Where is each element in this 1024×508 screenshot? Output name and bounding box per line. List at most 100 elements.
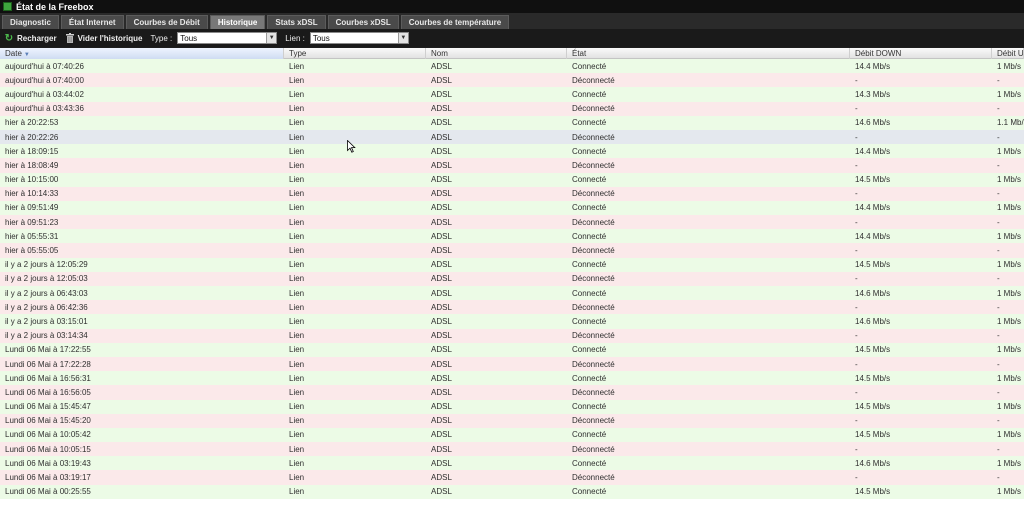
cell-debit-up: 1 Mb/s <box>997 487 1022 497</box>
cell-debit-down: 14.4 Mb/s <box>855 203 891 213</box>
column-header-nom[interactable]: Nom <box>426 48 567 59</box>
table-row[interactable]: il y a 2 jours à 12:05:29 Lien ADSL Connect… <box>0 257 1024 272</box>
cell-date: Lundi 06 Mai à 15:45:47 <box>5 402 91 412</box>
cell-type: Lien <box>289 104 305 114</box>
cell-nom: ADSL <box>431 75 452 85</box>
table-row[interactable]: hier à 18:08:49 Lien ADSL Déconnecté - - <box>0 158 1024 173</box>
table-row[interactable]: hier à 10:14:33 Lien ADSL Déconnecté - - <box>0 186 1024 201</box>
cell-date: hier à 20:22:26 <box>5 132 59 142</box>
table-row[interactable]: aujourd'hui à 07:40:00 Lien ADSL Déconnecté… <box>0 73 1024 88</box>
cell-date: Lundi 06 Mai à 16:56:31 <box>5 373 91 383</box>
cell-nom: ADSL <box>431 246 452 256</box>
table-row[interactable]: hier à 10:15:00 Lien ADSL Connecté 14.5 Mb/s… <box>0 172 1024 187</box>
column-header-debit-up[interactable]: Débit UP <box>992 48 1024 59</box>
table-row[interactable]: aujourd'hui à 03:43:36 Lien ADSL Déconnecté… <box>0 101 1024 116</box>
chevron-down-icon[interactable]: ▼ <box>266 33 277 43</box>
cell-type: Lien <box>289 160 305 170</box>
cell-debit-down: 14.6 Mb/s <box>855 118 891 128</box>
column-header-type[interactable]: Type <box>284 48 426 59</box>
cell-debit-up: - <box>997 75 1000 85</box>
table-row[interactable]: Lundi 06 Mai à 03:19:43 Lien ADSL Connecté 1… <box>0 456 1024 471</box>
reload-button[interactable]: ↻ Recharger <box>4 33 57 44</box>
table-row[interactable]: hier à 05:55:31 Lien ADSL Connecté 14.4 Mb/s… <box>0 229 1024 244</box>
table-row[interactable]: il y a 2 jours à 03:14:34 Lien ADSL Déconne… <box>0 328 1024 343</box>
table-row[interactable]: il y a 2 jours à 03:15:01 Lien ADSL Connect… <box>0 314 1024 329</box>
table-row[interactable]: hier à 20:22:26 Lien ADSL Déconnecté - - <box>0 129 1024 145</box>
cell-debit-up: 1.1 Mb/s <box>997 118 1024 128</box>
cell-etat: Déconnecté <box>572 217 615 227</box>
cell-debit-up: 1 Mb/s <box>997 203 1022 213</box>
cell-debit-up: - <box>997 444 1000 454</box>
window-titlebar: État de la Freebox <box>0 0 1024 13</box>
table-row[interactable]: Lundi 06 Mai à 17:22:28 Lien ADSL Déconnect… <box>0 356 1024 372</box>
clear-history-label: Vider l'historique <box>77 33 143 43</box>
table-row[interactable]: hier à 18:09:15 Lien ADSL Connecté 14.4 Mb/s… <box>0 144 1024 159</box>
table-row[interactable]: Lundi 06 Mai à 00:25:55 Lien ADSL Connecté 1… <box>0 484 1024 499</box>
cell-debit-up: 1 Mb/s <box>997 373 1022 383</box>
cell-etat: Déconnecté <box>572 132 615 142</box>
cell-debit-down: 14.6 Mb/s <box>855 458 891 468</box>
table-row[interactable]: il y a 2 jours à 12:05:03 Lien ADSL Déconne… <box>0 271 1024 286</box>
table-row[interactable]: Lundi 06 Mai à 15:45:47 Lien ADSL Connecté 1… <box>0 399 1024 414</box>
table-row[interactable]: il y a 2 jours à 06:42:36 Lien ADSL Déconne… <box>0 300 1024 315</box>
freebox-app-icon <box>3 2 12 11</box>
cell-etat: Déconnecté <box>572 302 615 312</box>
tab-courbes-xdsl[interactable]: Courbes xDSL <box>327 15 399 29</box>
cell-debit-up: - <box>997 274 1000 284</box>
cell-debit-up: 1 Mb/s <box>997 288 1022 298</box>
table-row[interactable]: Lundi 06 Mai à 10:05:42 Lien ADSL Connecté 1… <box>0 427 1024 443</box>
tab-stats-xdsl[interactable]: Stats xDSL <box>267 15 326 29</box>
cell-nom: ADSL <box>431 132 452 142</box>
cell-date: il y a 2 jours à 03:14:34 <box>5 331 88 341</box>
cell-nom: ADSL <box>431 160 452 170</box>
column-header-date[interactable]: Date ▼ <box>0 48 284 59</box>
cell-debit-up: - <box>997 104 1000 114</box>
table-row[interactable]: Lundi 06 Mai à 10:05:15 Lien ADSL Déconnect… <box>0 442 1024 457</box>
tab-diagnostic[interactable]: Diagnostic <box>2 15 59 29</box>
cell-debit-down: - <box>855 473 858 483</box>
cell-etat: Déconnecté <box>572 331 615 341</box>
cell-debit-down: 14.6 Mb/s <box>855 316 891 326</box>
chevron-down-icon[interactable]: ▼ <box>397 33 408 43</box>
tab-courbes-de-température[interactable]: Courbes de température <box>400 15 510 29</box>
cell-type: Lien <box>289 473 305 483</box>
cell-debit-up: 1 Mb/s <box>997 231 1022 241</box>
table-row[interactable]: hier à 05:55:05 Lien ADSL Déconnecté - - <box>0 243 1024 258</box>
cell-debit-down: - <box>855 416 858 426</box>
cell-debit-down: 14.5 Mb/s <box>855 487 891 497</box>
table-row[interactable]: aujourd'hui à 07:40:26 Lien ADSL Connecté 14… <box>0 59 1024 74</box>
cell-type: Lien <box>289 316 305 326</box>
cell-date: hier à 09:51:49 <box>5 203 59 213</box>
table-row[interactable]: il y a 2 jours à 06:43:03 Lien ADSL Connect… <box>0 286 1024 301</box>
lien-filter-label: Lien : <box>285 33 305 43</box>
table-row[interactable]: aujourd'hui à 03:44:02 Lien ADSL Connecté 14… <box>0 87 1024 102</box>
table-row[interactable]: hier à 09:51:23 Lien ADSL Déconnecté - - <box>0 215 1024 230</box>
tab-historique[interactable]: Historique <box>209 15 266 29</box>
clear-history-button[interactable]: Vider l'historique <box>65 33 143 43</box>
table-row[interactable]: Lundi 06 Mai à 15:45:20 Lien ADSL Déconnect… <box>0 413 1024 428</box>
cell-etat: Connecté <box>572 231 607 241</box>
cell-type: Lien <box>289 246 305 256</box>
cell-debit-up: - <box>997 331 1000 341</box>
cell-debit-up: - <box>997 160 1000 170</box>
cell-date: aujourd'hui à 03:43:36 <box>5 104 84 114</box>
table-row[interactable]: Lundi 06 Mai à 03:19:17 Lien ADSL Déconnect… <box>0 470 1024 485</box>
column-header-etat[interactable]: État <box>567 48 850 59</box>
tab-bar: Diagnostic État Internet Courbes de Débit H… <box>0 13 1024 29</box>
cell-etat: Connecté <box>572 430 607 440</box>
table-row[interactable]: Lundi 06 Mai à 16:56:05 Lien ADSL Déconnect… <box>0 385 1024 400</box>
tab-courbes-de-débit[interactable]: Courbes de Débit <box>125 15 208 29</box>
cell-debit-up: 1 Mb/s <box>997 146 1022 156</box>
table-row[interactable]: hier à 09:51:49 Lien ADSL Connecté 14.4 Mb/s… <box>0 200 1024 216</box>
lien-filter-select[interactable]: Tous ▼ <box>309 32 409 44</box>
cell-type: Lien <box>289 217 305 227</box>
cell-debit-down: - <box>855 217 858 227</box>
table-row[interactable]: hier à 20:22:53 Lien ADSL Connecté 14.6 Mb/s… <box>0 115 1024 130</box>
type-filter-select[interactable]: Tous ▼ <box>177 32 278 44</box>
table-row[interactable]: Lundi 06 Mai à 17:22:55 Lien ADSL Connecté 1… <box>0 342 1024 357</box>
cell-etat: Connecté <box>572 118 607 128</box>
column-header-debit-down[interactable]: Débit DOWN <box>850 48 992 59</box>
table-row[interactable]: Lundi 06 Mai à 16:56:31 Lien ADSL Connecté 1… <box>0 371 1024 386</box>
tab-état-internet[interactable]: État Internet <box>60 15 124 29</box>
cell-debit-up: - <box>997 302 1000 312</box>
